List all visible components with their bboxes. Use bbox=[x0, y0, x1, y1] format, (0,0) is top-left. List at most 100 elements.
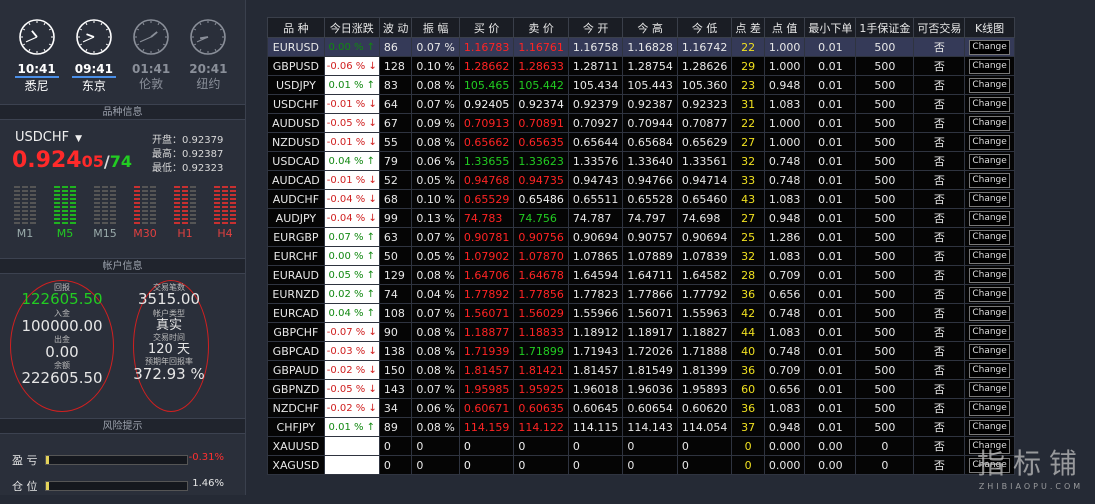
table-row[interactable]: EURAUD 0.05 % ↑ 129 0.08 % 1.64706 1.64678 1.6… bbox=[267, 265, 1015, 285]
change-button[interactable]: Change bbox=[969, 40, 1010, 55]
change-button[interactable]: Change bbox=[969, 325, 1010, 340]
point-value-cell: 0.748 bbox=[763, 303, 806, 323]
arrow-up-icon: 0.07 % ↑ bbox=[328, 231, 376, 243]
timeframe-m30: M30 bbox=[130, 180, 160, 252]
open-cell: 1.07865 bbox=[567, 246, 624, 266]
table-row[interactable]: GBPCHF -0.07 % ↓ 90 0.08 % 1.18877 1.18833 1.1… bbox=[267, 322, 1015, 342]
column-header-12[interactable]: 1手保证金 bbox=[855, 17, 915, 38]
volatility-cell: 89 bbox=[378, 417, 413, 437]
low-cell: 0 bbox=[676, 436, 733, 456]
table-row[interactable]: AUDCHF -0.04 % ↓ 68 0.10 % 0.65529 0.65486 0.6… bbox=[267, 189, 1015, 209]
volatility-cell: 128 bbox=[378, 56, 413, 76]
change-button[interactable]: Change bbox=[969, 306, 1010, 321]
table-row[interactable]: CHFJPY 0.01 % ↑ 89 0.08 % 114.159 114.122 114.… bbox=[267, 417, 1015, 437]
clock-face-icon bbox=[76, 19, 112, 55]
ask-cell: 1.33623 bbox=[513, 151, 569, 171]
table-row[interactable]: USDCHF -0.01 % ↓ 64 0.07 % 0.92405 0.92374 0.9… bbox=[267, 94, 1015, 114]
table-row[interactable]: XAGUSD 0 0 0 0 0 0 0 0 0.000 0.00 0 否 Change bbox=[267, 455, 1015, 475]
table-row[interactable]: AUDJPY -0.04 % ↓ 99 0.13 % 74.783 74.756 74.78… bbox=[267, 208, 1015, 228]
column-header-11[interactable]: 最小下单 bbox=[804, 17, 857, 38]
column-header-3[interactable]: 振 幅 bbox=[411, 17, 460, 38]
change-button[interactable]: Change bbox=[969, 135, 1010, 150]
symbol-name: USDCHF bbox=[15, 130, 70, 145]
column-header-10[interactable]: 点 值 bbox=[763, 17, 806, 38]
change-button[interactable]: Change bbox=[969, 211, 1010, 226]
table-row[interactable]: GBPUSD -0.06 % ↓ 128 0.10 % 1.28662 1.28633 1.… bbox=[267, 56, 1015, 76]
high-cell: 0.65684 bbox=[622, 132, 678, 152]
low-cell: 0.65460 bbox=[676, 189, 733, 209]
column-header-5[interactable]: 卖 价 bbox=[513, 17, 569, 38]
arrow-up-icon: 0.01 % ↑ bbox=[328, 421, 376, 433]
bid-cell: 1.71939 bbox=[458, 341, 515, 361]
arrow-up-icon: 0.01 % ↑ bbox=[328, 79, 376, 91]
column-header-6[interactable]: 今 开 bbox=[567, 17, 624, 38]
amplitude-cell: 0.05 % bbox=[411, 170, 460, 190]
chevron-down-icon[interactable]: ▼ bbox=[75, 134, 82, 144]
ask-cell: 1.07870 bbox=[513, 246, 569, 266]
table-row[interactable]: GBPNZD -0.05 % ↓ 143 0.07 % 1.95985 1.95925 1.… bbox=[267, 379, 1015, 399]
table-row[interactable]: USDCAD 0.04 % ↑ 79 0.06 % 1.33655 1.33623 1.33… bbox=[267, 151, 1015, 171]
table-row[interactable]: EURCAD 0.04 % ↑ 108 0.07 % 1.56071 1.56029 1.5… bbox=[267, 303, 1015, 323]
change-button[interactable]: Change bbox=[969, 249, 1010, 264]
table-header: 品 种今日涨跌波 动振 幅买 价卖 价今 开今 高今 低点 差点 值最小下单 1手… bbox=[267, 17, 1015, 38]
column-header-2[interactable]: 波 动 bbox=[378, 17, 413, 38]
change-button[interactable]: Change bbox=[969, 420, 1010, 435]
change-cell: 0.04 % ↑ bbox=[323, 151, 380, 171]
change-button[interactable]: Change bbox=[969, 59, 1010, 74]
change-button[interactable]: Change bbox=[969, 230, 1010, 245]
table-row[interactable]: GBPCAD -0.03 % ↓ 138 0.08 % 1.71939 1.71899 1.… bbox=[267, 341, 1015, 361]
symbol-selector[interactable]: USDCHF ▼ bbox=[15, 130, 82, 145]
table-row[interactable]: AUDCAD -0.01 % ↓ 52 0.05 % 0.94768 0.94735 0.9… bbox=[267, 170, 1015, 190]
column-header-8[interactable]: 今 低 bbox=[676, 17, 733, 38]
change-button[interactable]: Change bbox=[969, 192, 1010, 207]
point-value-cell: 0.656 bbox=[763, 284, 806, 304]
point-value-cell: 0.709 bbox=[763, 360, 806, 380]
column-header-4[interactable]: 买 价 bbox=[458, 17, 515, 38]
spread-cell: 60 bbox=[731, 379, 765, 399]
kline-cell: Change bbox=[964, 189, 1015, 209]
arrow-down-icon: -0.04 % ↓ bbox=[326, 193, 377, 205]
change-button[interactable]: Change bbox=[969, 344, 1010, 359]
table-row[interactable]: AUDUSD -0.05 % ↓ 67 0.09 % 0.70913 0.70891 0.7… bbox=[267, 113, 1015, 133]
open-cell: 1.71943 bbox=[567, 341, 624, 361]
table-row[interactable]: XAUUSD 0 0 0 0 0 0 0 0 0.000 0.00 0 否 Change bbox=[267, 436, 1015, 456]
table-row[interactable]: EURCHF 0.00 % ↑ 50 0.05 % 1.07902 1.07870 1.07… bbox=[267, 246, 1015, 266]
min-lot-cell: 0.01 bbox=[804, 189, 857, 209]
change-button[interactable]: Change bbox=[969, 78, 1010, 93]
change-button[interactable]: Change bbox=[969, 116, 1010, 131]
change-button[interactable]: Change bbox=[969, 97, 1010, 112]
min-lot-cell: 0.01 bbox=[804, 170, 857, 190]
column-header-9[interactable]: 点 差 bbox=[731, 17, 765, 38]
table-row[interactable]: NZDUSD -0.01 % ↓ 55 0.08 % 0.65662 0.65635 0.6… bbox=[267, 132, 1015, 152]
symbol-cell: GBPCHF bbox=[267, 322, 325, 342]
low-cell: 1.77792 bbox=[676, 284, 733, 304]
column-header-13[interactable]: 可否交易 bbox=[913, 17, 966, 38]
point-value-cell: 0.748 bbox=[763, 170, 806, 190]
change-button[interactable]: Change bbox=[969, 173, 1010, 188]
change-button[interactable]: Change bbox=[969, 287, 1010, 302]
change-button[interactable]: Change bbox=[969, 363, 1010, 378]
table-row[interactable]: NZDCHF -0.02 % ↓ 34 0.06 % 0.60671 0.60635 0.6… bbox=[267, 398, 1015, 418]
table-row[interactable]: EURGBP 0.07 % ↑ 63 0.07 % 0.90781 0.90756 0.90… bbox=[267, 227, 1015, 247]
table-row[interactable]: EURUSD 0.00 % ↑ 86 0.07 % 1.16783 1.16761 1.16… bbox=[267, 37, 1015, 57]
table-row[interactable]: EURNZD 0.02 % ↑ 74 0.04 % 1.77892 1.77856 1.77… bbox=[267, 284, 1015, 304]
table-row[interactable]: USDJPY 0.01 % ↑ 83 0.08 % 105.465 105.442 105.… bbox=[267, 75, 1015, 95]
clock-time: 10:41 bbox=[14, 62, 59, 78]
tradable-cell: 否 bbox=[913, 322, 966, 342]
account-col-left: 回报 122605.50 入金 100000.00 出金 0.00 余额 222… bbox=[7, 282, 117, 387]
column-header-7[interactable]: 今 高 bbox=[622, 17, 678, 38]
symbol-cell: GBPNZD bbox=[267, 379, 325, 399]
change-button[interactable]: Change bbox=[969, 154, 1010, 169]
column-header-14[interactable]: K线图 bbox=[964, 17, 1015, 38]
change-button[interactable]: Change bbox=[969, 268, 1010, 283]
change-button[interactable]: Change bbox=[969, 401, 1010, 416]
bid-cell: 0.70913 bbox=[458, 113, 515, 133]
change-button[interactable]: Change bbox=[969, 382, 1010, 397]
column-header-0[interactable]: 品 种 bbox=[267, 17, 325, 38]
ohl-info: 开盘：0.92379 最高：0.92387 最低：0.92323 bbox=[152, 134, 223, 176]
table-row[interactable]: GBPAUD -0.02 % ↓ 150 0.08 % 1.81457 1.81421 1.… bbox=[267, 360, 1015, 380]
symbol-cell: EURUSD bbox=[267, 37, 325, 57]
amplitude-cell: 0.08 % bbox=[411, 360, 460, 380]
volatility-cell: 0 bbox=[378, 436, 413, 456]
column-header-1[interactable]: 今日涨跌 bbox=[323, 17, 380, 38]
